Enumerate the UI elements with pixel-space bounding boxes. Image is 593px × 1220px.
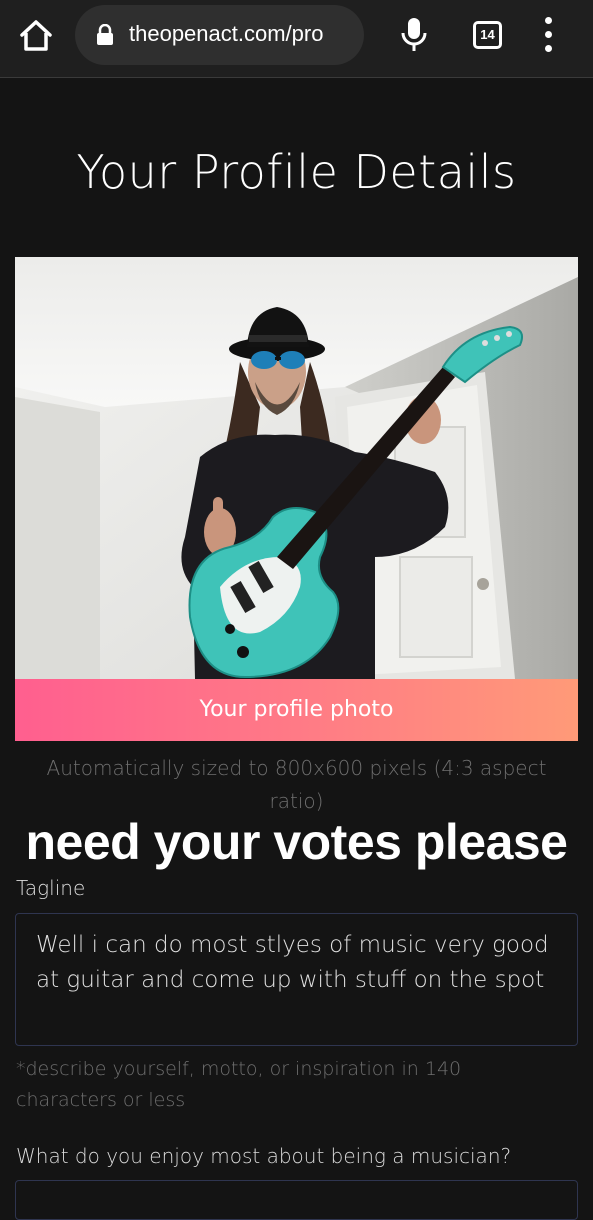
microphone-icon[interactable] — [399, 16, 429, 56]
overlay-caption: need your votes please — [25, 814, 568, 870]
tagline-label: Tagline — [16, 876, 86, 900]
tagline-value: Well i can do most stlyes of music very … — [36, 932, 549, 993]
tagline-hint: *describe yourself, motto, or inspiratio… — [16, 1058, 462, 1111]
tagline-textarea[interactable]: Well i can do most stlyes of music very … — [15, 913, 578, 1046]
url-text: theopenact.com/pro — [129, 21, 324, 46]
address-bar[interactable]: theopenact.com/pro — [75, 5, 364, 65]
profile-photo-button[interactable]: Your profile photo — [15, 679, 578, 741]
home-icon[interactable] — [16, 16, 56, 56]
photo-size-hint: Automatically sized to 800x600 pixels (4… — [46, 756, 547, 813]
profile-photo — [15, 257, 578, 679]
enjoy-question-label: What do you enjoy most about being a mus… — [16, 1144, 512, 1168]
lock-icon — [95, 23, 115, 46]
page-title: Your Profile Details — [76, 145, 517, 199]
tab-switcher-button[interactable]: 14 — [473, 21, 502, 49]
overflow-menu-icon[interactable] — [538, 17, 558, 53]
browser-toolbar: theopenact.com/pro 14 — [0, 0, 593, 78]
enjoy-textarea[interactable] — [15, 1180, 578, 1220]
